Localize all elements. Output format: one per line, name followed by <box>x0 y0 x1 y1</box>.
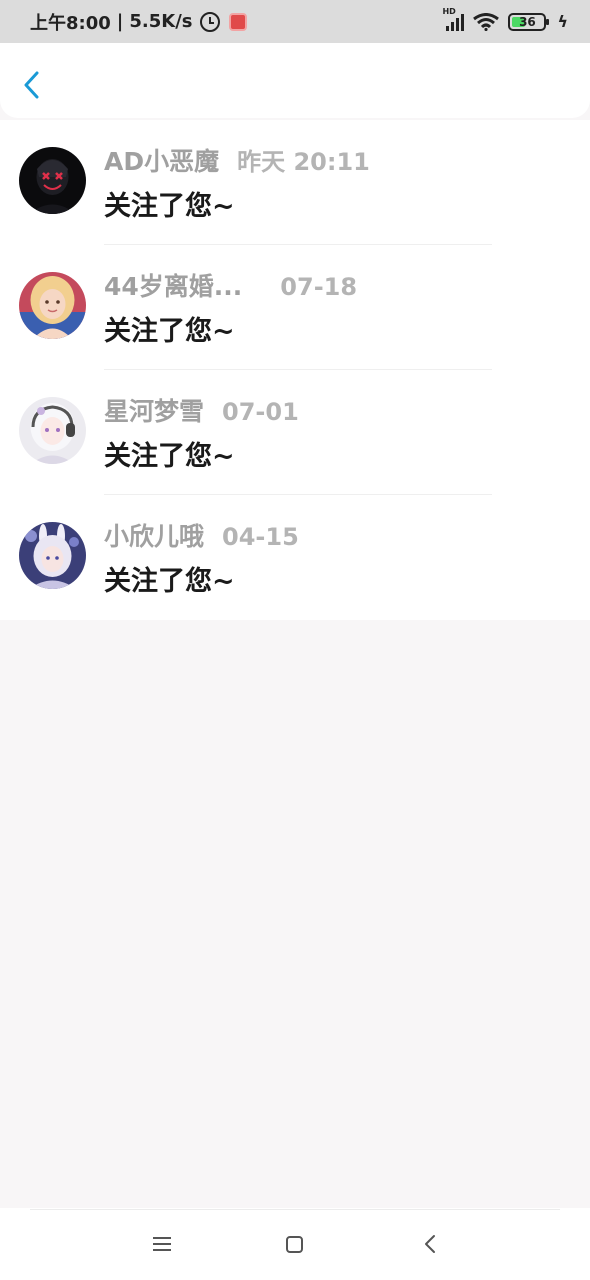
screen: 上午8:00 | 5.5K/s HD 36 ϟ AD小恶魔 昨天 20:11 关… <box>0 0 590 1280</box>
timestamp: 昨天 20:11 <box>237 148 370 176</box>
timestamp: 04-15 <box>222 523 299 551</box>
battery-level: 36 <box>519 14 536 29</box>
avatar[interactable] <box>19 147 86 214</box>
status-bar: 上午8:00 | 5.5K/s HD 36 ϟ <box>0 0 590 43</box>
name-line: 星河梦雪 07-01 <box>104 392 299 428</box>
status-separator: | <box>116 11 124 32</box>
status-left: 上午8:00 | 5.5K/s <box>30 9 248 35</box>
divider <box>30 1209 560 1210</box>
name-line: 44岁离婚... 07-18 <box>104 267 357 303</box>
alarm-icon <box>200 11 221 32</box>
user-name[interactable]: 44岁离婚... <box>104 267 242 303</box>
chevron-left-icon[interactable] <box>22 71 42 99</box>
menu-icon[interactable] <box>153 1237 171 1251</box>
back-icon[interactable] <box>424 1234 436 1254</box>
top-nav <box>0 43 590 118</box>
message-text: 关注了您~ <box>104 191 235 222</box>
message-text: 关注了您~ <box>104 441 235 472</box>
network-speed: 5.5K/s <box>129 11 193 32</box>
status-time: 上午8:00 <box>30 12 111 34</box>
user-name[interactable]: AD小恶魔 <box>104 142 219 178</box>
user-name[interactable]: 小欣儿哦 <box>104 517 204 553</box>
timestamp: 07-01 <box>222 398 299 426</box>
signal-icon: HD <box>442 7 465 31</box>
status-right: HD 36 ϟ <box>442 7 568 32</box>
app-notification-icon <box>229 12 248 31</box>
avatar[interactable] <box>19 397 86 464</box>
name-line: AD小恶魔 昨天 20:11 <box>104 142 370 178</box>
charging-icon: ϟ <box>557 12 568 31</box>
list-item[interactable]: 小欣儿哦 04-15 关注了您~ <box>0 495 590 620</box>
message-text: 关注了您~ <box>104 566 235 597</box>
avatar[interactable] <box>19 272 86 339</box>
name-line: 小欣儿哦 04-15 <box>104 517 299 553</box>
avatar[interactable] <box>19 522 86 589</box>
wifi-icon <box>473 12 500 31</box>
list-item[interactable]: 44岁离婚... 07-18 关注了您~ <box>0 245 590 370</box>
message-text: 关注了您~ <box>104 316 235 347</box>
follow-notification-list: AD小恶魔 昨天 20:11 关注了您~ 44岁离婚... 07-18 关注了您… <box>0 120 590 620</box>
battery-icon: 36 <box>508 12 550 31</box>
user-name[interactable]: 星河梦雪 <box>104 392 204 428</box>
list-item[interactable]: AD小恶魔 昨天 20:11 关注了您~ <box>0 120 590 245</box>
hd-label: HD <box>442 6 456 16</box>
list-item[interactable]: 星河梦雪 07-01 关注了您~ <box>0 370 590 495</box>
timestamp: 07-18 <box>280 273 358 301</box>
system-nav-bar <box>0 1208 590 1280</box>
home-icon[interactable] <box>286 1236 303 1253</box>
